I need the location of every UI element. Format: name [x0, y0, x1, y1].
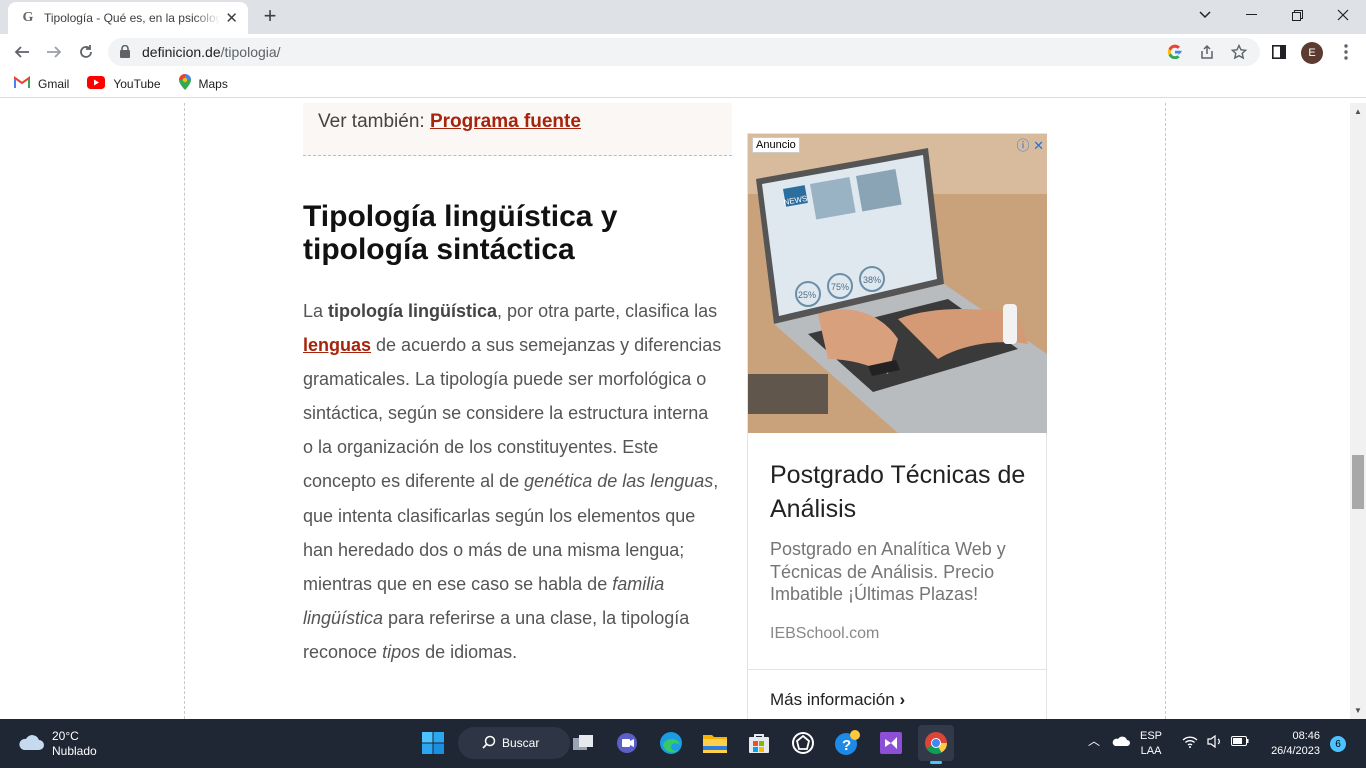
browser-tab[interactable]: G Tipología - Qué es, en la psicología, … [8, 2, 248, 34]
page-content: Ver también: Programa fuente Tipología l… [0, 103, 1350, 719]
ad-image-stat1: 25% [798, 290, 816, 300]
notification-badge[interactable]: 6 [1330, 736, 1346, 752]
section-heading: Tipología lingüística y tipología sintác… [303, 200, 618, 266]
battery-icon[interactable] [1231, 736, 1249, 751]
chrome-icon[interactable] [918, 725, 954, 764]
close-window-button[interactable] [1320, 0, 1366, 30]
chevron-right-icon: › [899, 690, 906, 709]
bookmark-maps[interactable]: Maps [178, 74, 228, 93]
weather-widget[interactable]: 20°C Nublado [18, 729, 97, 759]
bookmark-youtube[interactable]: YouTube [87, 75, 161, 92]
ad-image-stat3: 38% [863, 275, 881, 285]
chevron-up-icon[interactable]: ︿ [1088, 734, 1100, 749]
tab-search-icon[interactable] [1182, 0, 1228, 30]
teams-chat-icon[interactable] [612, 728, 642, 758]
task-view-icon[interactable] [568, 728, 598, 758]
edge-icon[interactable] [656, 728, 686, 758]
maps-icon [178, 74, 191, 93]
ad-description[interactable]: Postgrado en Analítica Web y Técnicas de… [770, 538, 1030, 606]
ad-source[interactable]: IEBSchool.com [770, 625, 879, 643]
taskbar-search[interactable]: Buscar [458, 727, 570, 759]
wifi-icon[interactable] [1182, 735, 1198, 753]
search-icon [482, 735, 496, 752]
store-icon[interactable] [744, 728, 774, 758]
tab-title: Tipología - Qué es, en la psicología, li… [44, 11, 220, 25]
page-divider [184, 103, 185, 719]
gmail-icon [14, 76, 30, 91]
page-divider [1165, 103, 1166, 719]
see-also-box: Ver también: Programa fuente [303, 103, 732, 156]
back-button[interactable] [8, 38, 36, 66]
reload-button[interactable] [72, 38, 100, 66]
lock-icon[interactable] [120, 44, 130, 63]
file-explorer-icon[interactable] [700, 728, 730, 758]
scrollbar-thumb[interactable] [1352, 455, 1364, 509]
adchoices-close-icon[interactable]: ⓘ ✕ [1016, 135, 1044, 154]
profile-avatar[interactable]: E [1301, 42, 1323, 64]
ad-more-info-button[interactable]: Más información › [770, 690, 905, 710]
article-paragraph: La tipología lingüística, por otra parte… [303, 301, 722, 662]
svg-text:?: ? [842, 737, 851, 754]
url-text: definicion.de/tipologia/ [142, 44, 281, 60]
new-tab-button[interactable]: + [258, 5, 282, 29]
browser-toolbar: definicion.de/tipologia/ E [0, 34, 1366, 70]
side-panel-icon[interactable] [1265, 38, 1293, 66]
clock[interactable]: 08:46 26/4/2023 [1262, 729, 1320, 759]
security-app-icon[interactable] [788, 728, 818, 758]
weather-temp: 20°C [52, 729, 79, 743]
weather-condition: Nublado [52, 744, 97, 758]
ad-image-stat2: 75% [831, 282, 849, 292]
menu-icon[interactable] [1332, 38, 1360, 66]
favicon-icon: G [22, 10, 34, 25]
start-icon[interactable] [418, 728, 448, 758]
language-indicator[interactable]: ESP LAA [1140, 729, 1162, 759]
bookmark-gmail[interactable]: Gmail [14, 76, 69, 91]
taskbar: 20°C Nublado Buscar ? ︿ ESP LAA 08:46 26… [0, 719, 1366, 768]
see-also-link[interactable]: Programa fuente [430, 111, 581, 132]
tab-strip: G Tipología - Qué es, en la psicología, … [0, 0, 1366, 34]
help-icon[interactable]: ? [832, 728, 862, 758]
advertisement[interactable]: NEWS 25% 75% 38% Anuncio ⓘ ✕ Postgrado T… [747, 133, 1047, 719]
lenguas-link[interactable]: lenguas [303, 335, 371, 355]
scroll-down-icon[interactable]: ▼ [1354, 706, 1362, 715]
address-bar[interactable]: definicion.de/tipologia/ [108, 38, 1260, 66]
scroll-up-icon[interactable]: ▲ [1354, 107, 1362, 116]
close-tab-icon[interactable]: ✕ [225, 9, 238, 27]
share-icon[interactable] [1198, 43, 1216, 61]
restore-button[interactable] [1274, 0, 1320, 30]
divider [748, 669, 1047, 670]
onedrive-icon[interactable] [1110, 735, 1130, 752]
forward-button[interactable] [40, 38, 68, 66]
ad-label: Anuncio [752, 137, 800, 153]
cloud-icon [18, 733, 44, 755]
youtube-icon [87, 75, 106, 92]
bookmark-star-icon[interactable] [1230, 43, 1248, 61]
volume-icon[interactable] [1207, 734, 1223, 753]
minimize-button[interactable] [1228, 0, 1274, 30]
ad-title[interactable]: Postgrado Técnicas de Análisis [770, 458, 1030, 526]
google-translate-icon[interactable] [1166, 43, 1184, 61]
visual-studio-icon[interactable] [876, 728, 906, 758]
scrollbar[interactable]: ▲ ▼ [1350, 103, 1366, 719]
ad-image[interactable]: NEWS 25% 75% 38% Anuncio ⓘ ✕ [748, 134, 1047, 433]
bookmarks-bar: Gmail YouTube Maps [0, 70, 1366, 98]
